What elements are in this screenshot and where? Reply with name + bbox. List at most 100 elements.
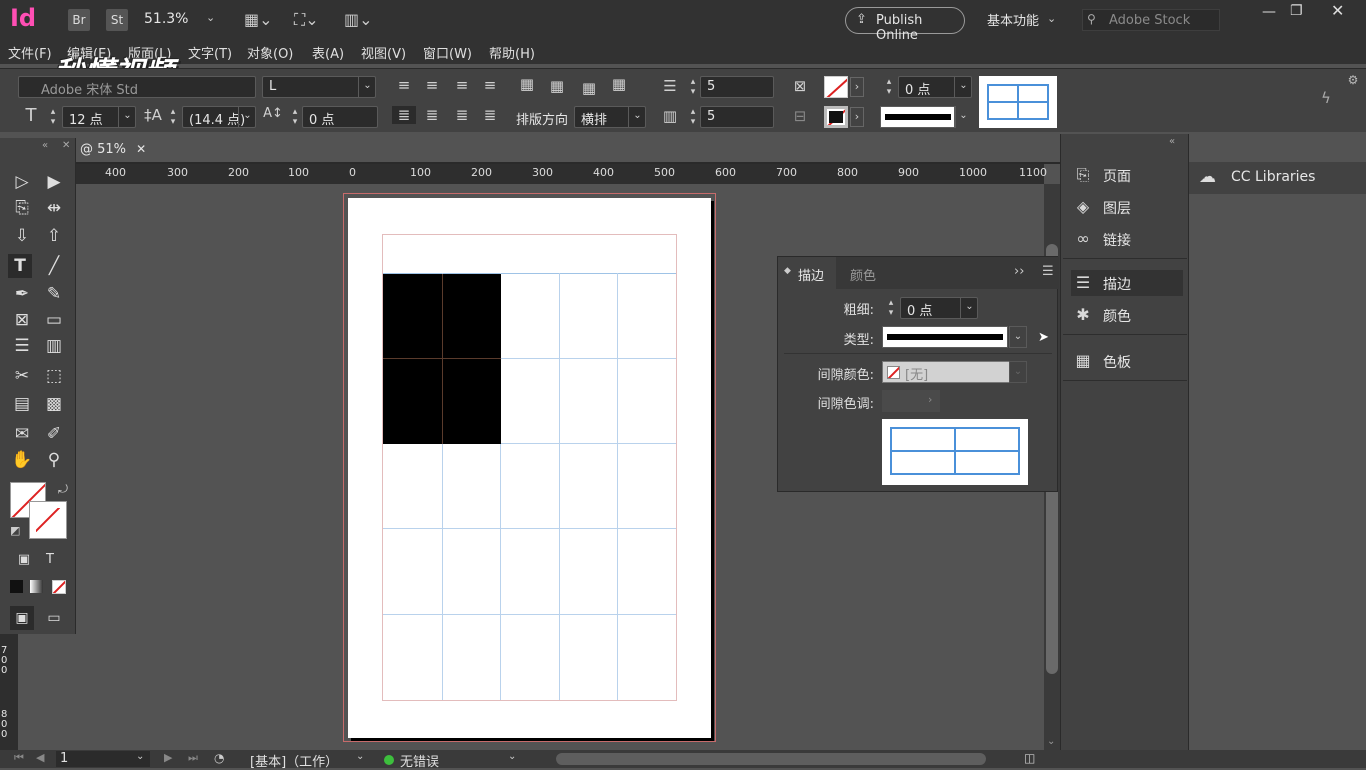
preflight-dropdown-icon[interactable]: ⌄: [356, 751, 364, 762]
split-layout-icon[interactable]: ◫: [1024, 751, 1035, 765]
menu-type[interactable]: 文字(T): [188, 43, 232, 62]
collapse-tools-icon[interactable]: «: [42, 140, 48, 151]
align-justify-vertical-icon[interactable]: ≣: [480, 106, 500, 124]
type-dropdown-icon[interactable]: ⌄: [1009, 326, 1027, 348]
menu-help[interactable]: 帮助(H): [489, 43, 535, 62]
preview-mode-icon[interactable]: ▭: [42, 606, 66, 630]
font-size-stepper[interactable]: ▴ ▾: [46, 107, 60, 129]
publish-online-button[interactable]: ⇪ Publish Online: [845, 7, 965, 43]
fill-chevron-icon[interactable]: ›: [850, 77, 864, 97]
pen-tool-icon[interactable]: ✒: [10, 282, 34, 306]
workspace-chevron-icon[interactable]: ⌄: [1047, 12, 1056, 25]
normal-view-icon[interactable]: ▣: [10, 606, 34, 630]
stroke-type-field[interactable]: [880, 106, 956, 128]
apply-gradient-icon[interactable]: [30, 580, 43, 593]
view-options-icon[interactable]: ▦⌄: [244, 10, 273, 29]
cc-libraries-item[interactable]: ☁ CC Libraries: [1189, 162, 1366, 194]
formatting-text-icon[interactable]: T: [38, 548, 62, 572]
direction-dropdown-icon[interactable]: ⌄: [628, 106, 646, 128]
hand-tool-icon[interactable]: ✋: [10, 448, 34, 472]
dock-color[interactable]: ✱ 颜色: [1071, 302, 1183, 328]
font-style-dropdown-icon[interactable]: ⌄: [358, 76, 376, 98]
cols-grid-icon[interactable]: ▦: [546, 77, 568, 95]
stroke-proxy-preview[interactable]: [882, 419, 1028, 485]
dock-stroke[interactable]: ☰ 描边: [1071, 270, 1183, 296]
horizontal-ruler[interactable]: 400 300 200 100 0 100 200 300 400 500 60…: [76, 164, 1047, 184]
stroke-type-dropdown-icon[interactable]: ⌄: [954, 106, 972, 128]
horizontal-scroll-thumb[interactable]: [556, 753, 986, 765]
split-grid-icon[interactable]: ▦: [608, 75, 630, 93]
align-top-icon[interactable]: ≣: [392, 106, 416, 124]
line-tool-icon[interactable]: ╱: [42, 254, 66, 278]
cols-field[interactable]: 5: [700, 106, 774, 128]
menu-table[interactable]: 表(A): [312, 43, 344, 62]
gap-tint-field[interactable]: ›: [882, 390, 940, 412]
arrange-documents-icon[interactable]: ▥⌄: [344, 10, 373, 29]
zoom-dropdown-icon[interactable]: ⌄: [206, 11, 215, 24]
preflight-icon[interactable]: ◔: [214, 751, 224, 765]
menu-object[interactable]: 对象(O): [247, 43, 293, 62]
error-status[interactable]: 无错误: [400, 751, 439, 770]
content-collector-icon[interactable]: ⇩: [10, 224, 34, 248]
last-page-icon[interactable]: ⏭: [188, 751, 198, 765]
stroke-swatch[interactable]: [29, 501, 67, 539]
close-tools-icon[interactable]: ✕: [62, 140, 70, 151]
gap-tint-chevron-icon[interactable]: ›: [928, 393, 932, 406]
tracking-stepper[interactable]: ▴ ▾: [288, 107, 302, 129]
gradient-feather-tool-icon[interactable]: ▩: [42, 392, 66, 416]
quick-apply-icon[interactable]: ϟ: [1316, 89, 1336, 107]
swap-fill-stroke-icon[interactable]: ⤾: [58, 482, 68, 497]
menu-window[interactable]: 窗口(W): [423, 43, 472, 62]
free-transform-tool-icon[interactable]: ⬚: [42, 364, 66, 388]
screen-mode-icon[interactable]: ⛶⌄: [294, 10, 319, 30]
cell-fill-proxy-icon[interactable]: ⊟: [790, 107, 810, 125]
stroke-none-swatch[interactable]: [824, 106, 848, 128]
control-panel-settings-icon[interactable]: ⚙: [1344, 73, 1362, 87]
note-tool-icon[interactable]: ✉: [10, 422, 34, 446]
gap-tool-icon[interactable]: ⇹: [42, 196, 66, 220]
tab-color[interactable]: 颜色: [850, 265, 876, 284]
align-right-icon[interactable]: ≡: [452, 76, 472, 94]
panel-menu-icon[interactable]: ☰: [1042, 264, 1054, 279]
direct-selection-tool-icon[interactable]: ▶: [42, 170, 66, 194]
dock-links[interactable]: ∞ 链接: [1071, 226, 1183, 252]
scroll-down-icon[interactable]: ⌄: [1047, 736, 1055, 747]
stock-button[interactable]: St: [106, 9, 128, 31]
formatting-container-icon[interactable]: ▣: [12, 548, 36, 572]
workspace-switcher[interactable]: 基本功能: [987, 10, 1039, 29]
scissors-tool-icon[interactable]: ✂: [10, 364, 34, 388]
zoom-tool-icon[interactable]: ⚲: [42, 448, 66, 472]
preflight-profile[interactable]: [基本]（工作）: [250, 751, 338, 770]
page-tool-icon[interactable]: ⎘: [10, 196, 34, 220]
apply-color-icon[interactable]: [10, 580, 23, 593]
table-proxy-preview[interactable]: [979, 76, 1057, 128]
gap-color-field[interactable]: [无]: [882, 361, 1010, 383]
rows-field[interactable]: 5: [700, 76, 774, 98]
next-page-icon[interactable]: ▶: [164, 751, 172, 764]
menu-view[interactable]: 视图(V): [361, 43, 406, 62]
collapse-panel-icon[interactable]: ››: [1014, 264, 1024, 279]
horizontal-grid-icon[interactable]: ☰: [10, 334, 34, 358]
tracking-field[interactable]: 0 点: [302, 106, 378, 128]
align-bottom-icon[interactable]: ≣: [452, 106, 472, 124]
vertical-grid-icon[interactable]: ▥: [42, 334, 66, 358]
selection-tool-icon[interactable]: ▷: [10, 170, 34, 194]
apply-none-icon[interactable]: [52, 580, 66, 594]
align-middle-icon[interactable]: ≣: [422, 106, 442, 124]
page-dropdown-icon[interactable]: ⌄: [136, 751, 144, 762]
stroke-chevron-icon[interactable]: ›: [850, 107, 864, 127]
font-family-field[interactable]: Adobe 宋体 Std: [18, 76, 256, 98]
gradient-swatch-tool-icon[interactable]: ▤: [10, 392, 34, 416]
fill-none-swatch[interactable]: [824, 76, 848, 98]
weight-dropdown-icon[interactable]: ⌄: [960, 297, 978, 319]
merge-grid-icon[interactable]: ▦: [578, 79, 600, 97]
cols-stepper[interactable]: ▴ ▾: [686, 107, 700, 129]
close-tab-icon[interactable]: ✕: [136, 142, 146, 156]
prev-page-icon[interactable]: ◀: [36, 751, 44, 764]
document-tab[interactable]: @ 51% ✕: [76, 138, 156, 162]
dock-layers[interactable]: ◈ 图层: [1071, 194, 1183, 220]
weight-stepper[interactable]: ▴ ▾: [884, 298, 898, 320]
menu-file[interactable]: 文件(F): [8, 43, 52, 62]
gap-color-dropdown-icon[interactable]: ⌄: [1009, 361, 1027, 383]
font-size-dropdown-icon[interactable]: ⌄: [118, 106, 136, 128]
